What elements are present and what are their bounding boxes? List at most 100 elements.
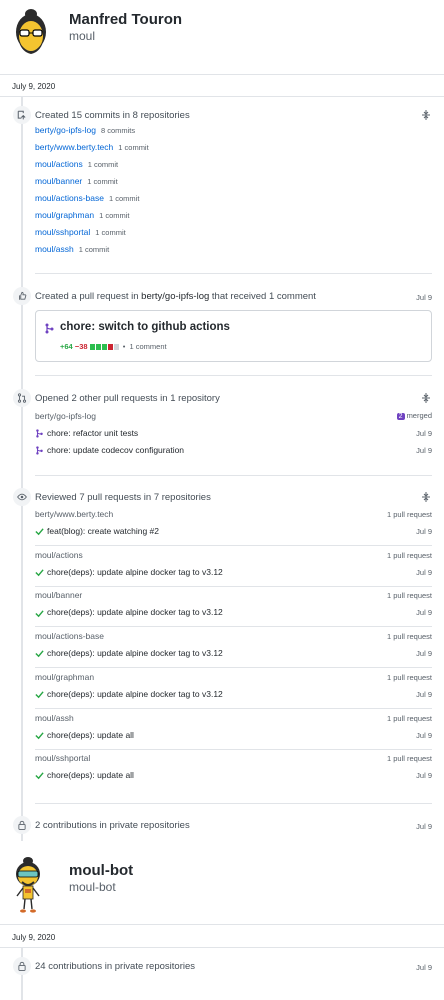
private-contributions: 2 contributions in private repositories	[35, 820, 190, 831]
reviewed-pr-title[interactable]: chore(deps): update all	[47, 730, 134, 740]
pr-merged-icon	[36, 446, 43, 455]
commit-repo-row: berty/go-ipfs-log 8 commits	[35, 125, 415, 142]
reviewed-pr-date: Jul 9	[416, 527, 432, 536]
repo-link[interactable]: moul/sshportal	[35, 227, 90, 237]
reviewed-pr-row[interactable]: chore(deps): update all	[35, 770, 134, 780]
opened-repo-name[interactable]: berty/go-ipfs-log	[35, 411, 96, 421]
commit-count[interactable]: 1 commit	[79, 245, 109, 254]
section-divider	[35, 375, 432, 376]
commit-count[interactable]: 1 commit	[118, 143, 148, 152]
check-icon	[35, 609, 44, 617]
opened-pr-title[interactable]: chore: refactor unit tests	[47, 428, 138, 438]
pull-request-card[interactable]: chore: switch to github actions +64 −38 …	[35, 310, 432, 362]
reviewed-count: 1 pull request	[386, 672, 432, 682]
reviewed-repo-name[interactable]: moul/graphman	[35, 672, 94, 682]
profile-login: moul-bot	[69, 880, 116, 894]
repo-push-icon	[13, 106, 31, 124]
reviewed-pr-title[interactable]: chore(deps): update alpine docker tag to…	[47, 648, 223, 658]
reviewed-repo-name[interactable]: moul/sshportal	[35, 753, 90, 763]
created-pr-summary: Created a pull request in berty/go-ipfs-…	[35, 291, 316, 302]
reviewed-pr-title[interactable]: chore(deps): update alpine docker tag to…	[47, 607, 223, 617]
merged-label: merged	[406, 411, 432, 420]
private-contributions: 24 contributions in private repositories	[35, 961, 196, 972]
profile-name[interactable]: Manfred Touron	[69, 11, 182, 28]
reviewed-pr-row[interactable]: chore(deps): update alpine docker tag to…	[35, 648, 223, 658]
check-icon	[35, 569, 44, 577]
avatar-moul-bot[interactable]	[12, 856, 44, 914]
pr-comments[interactable]: 1 comment	[129, 342, 166, 351]
reviewed-count: 1 pull request	[386, 550, 432, 560]
divider	[0, 924, 444, 925]
commit-repo-list: berty/go-ipfs-log 8 commits berty/www.ber…	[35, 125, 415, 261]
commit-count[interactable]: 1 commit	[88, 160, 118, 169]
date-heading: July 9, 2020	[12, 82, 56, 91]
reviewed-pr-date: Jul 9	[416, 689, 432, 699]
reviewed-pr-row[interactable]: chore(deps): update alpine docker tag to…	[35, 689, 223, 699]
divider	[0, 74, 444, 75]
reviewed-repo-name[interactable]: moul/assh	[35, 713, 74, 723]
divider	[0, 947, 444, 948]
commit-count[interactable]: 1 commit	[99, 211, 129, 220]
repo-link[interactable]: moul/actions-base	[35, 193, 104, 203]
profile-name[interactable]: moul-bot	[69, 862, 133, 879]
group-divider	[35, 748, 432, 750]
timeline-line	[21, 96, 23, 841]
repo-link[interactable]: moul/banner	[35, 176, 82, 186]
profile-login: moul	[69, 29, 96, 43]
commit-repo-row: moul/sshportal 1 commit	[35, 227, 415, 244]
reviewed-pr-date: Jul 9	[416, 730, 432, 740]
opened-pr-row[interactable]: chore: update codecov configuration	[35, 445, 184, 455]
section-divider	[35, 475, 432, 476]
reviewed-pr-title[interactable]: chore(deps): update alpine docker tag to…	[47, 567, 223, 577]
repo-link[interactable]: moul/assh	[35, 244, 74, 254]
pr-card-title[interactable]: chore: switch to github actions	[60, 321, 230, 333]
check-icon	[35, 732, 44, 740]
created-pr-prefix: Created a pull request in	[35, 291, 139, 302]
divider	[0, 96, 444, 97]
group-divider	[35, 707, 432, 709]
reviewed-pr-title[interactable]: chore(deps): update alpine docker tag to…	[47, 689, 223, 699]
repo-link[interactable]: moul/graphman	[35, 210, 94, 220]
fold-icon[interactable]	[422, 492, 430, 502]
commit-count[interactable]: 1 commit	[95, 228, 125, 237]
pull-request-icon	[13, 389, 31, 407]
pr-merged-icon	[36, 429, 43, 438]
created-pr-repo-link[interactable]: berty/go-ipfs-log	[141, 291, 209, 302]
opened-pr-row[interactable]: chore: refactor unit tests	[35, 428, 138, 438]
created-pr-date: Jul 9	[416, 293, 432, 302]
pr-additions: +64	[60, 342, 73, 351]
commit-repo-row: moul/assh 1 commit	[35, 244, 415, 261]
reviewed-pr-title[interactable]: chore(deps): update all	[47, 770, 134, 780]
reviewed-pr-row[interactable]: chore(deps): update alpine docker tag to…	[35, 607, 223, 617]
avatar-manfred[interactable]	[10, 8, 52, 64]
reviewed-repo-name[interactable]: moul/actions	[35, 550, 83, 560]
fold-icon[interactable]	[422, 110, 430, 120]
reviewed-repo-name[interactable]: moul/banner	[35, 590, 82, 600]
reviewed-pr-row[interactable]: feat(blog): create watching #2	[35, 526, 159, 536]
repo-link[interactable]: berty/www.berty.tech	[35, 142, 113, 152]
reviewed-repo-name[interactable]: berty/www.berty.tech	[35, 509, 113, 519]
pr-card-stats: +64 −38 • 1 comment	[60, 342, 167, 351]
fold-icon[interactable]	[422, 393, 430, 403]
check-icon	[35, 650, 44, 658]
repo-link[interactable]: berty/go-ipfs-log	[35, 125, 96, 135]
opened-pr-title[interactable]: chore: update codecov configuration	[47, 445, 184, 455]
opened-pr-date: Jul 9	[416, 429, 432, 438]
reviewed-count: 1 pull request	[386, 713, 432, 723]
commit-count[interactable]: 1 commit	[87, 177, 117, 186]
commit-count[interactable]: 1 commit	[109, 194, 139, 203]
lock-icon	[13, 957, 31, 975]
commit-count[interactable]: 8 commits	[101, 126, 135, 135]
commit-repo-row: berty/www.berty.tech 1 commit	[35, 142, 415, 159]
reviewed-count: 1 pull request	[386, 754, 432, 764]
reviewed-count: 1 pull request	[386, 632, 432, 642]
reviewed-pr-title[interactable]: feat(blog): create watching #2	[47, 526, 159, 536]
reviewed-repo-name[interactable]: moul/actions-base	[35, 631, 104, 641]
opened-summary: Opened 2 other pull requests in 1 reposi…	[35, 393, 220, 404]
reviewed-pr-row[interactable]: chore(deps): update alpine docker tag to…	[35, 567, 223, 577]
group-divider	[35, 585, 432, 587]
repo-link[interactable]: moul/actions	[35, 159, 83, 169]
section-divider	[35, 273, 432, 274]
reviewed-pr-row[interactable]: chore(deps): update all	[35, 730, 134, 740]
merged-status: 2 merged	[396, 411, 432, 420]
